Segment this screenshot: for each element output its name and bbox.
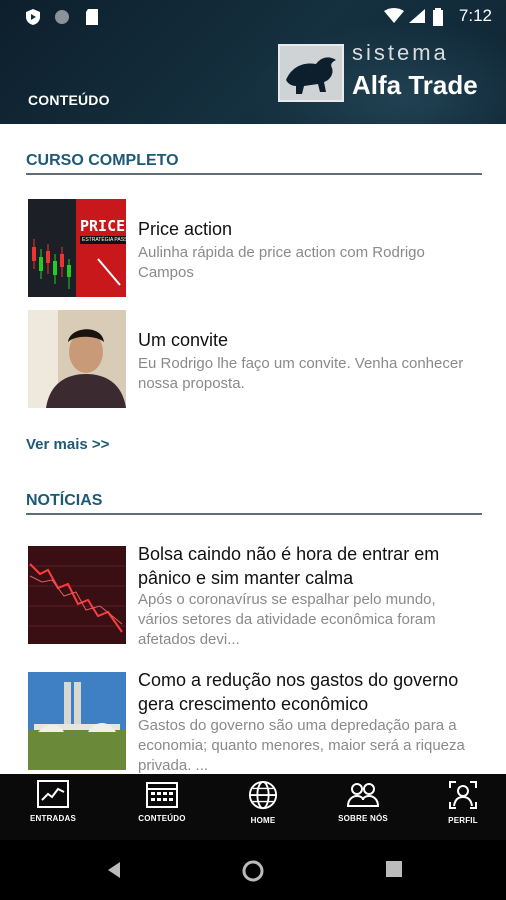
logo-text-brand: Alfa Trade	[352, 70, 478, 100]
battery-icon	[433, 8, 443, 26]
header-section-label: CONTEÚDO	[28, 92, 110, 108]
course-title: Price action	[138, 219, 233, 239]
shield-play-icon	[26, 9, 40, 25]
app-header: 7:12 CONTEÚDO sistema Alfa Trade	[0, 0, 506, 124]
divider	[26, 173, 482, 175]
home-circle-icon[interactable]	[242, 860, 264, 882]
people-icon	[347, 783, 379, 807]
news-description: Após o coronavírus se espalhar pelo mund…	[138, 591, 436, 648]
section-title-curso: CURSO COMPLETO	[26, 152, 179, 169]
news-item[interactable]: Como a redução nos gastos do governo ger…	[26, 668, 486, 774]
sd-card-icon	[86, 9, 98, 25]
thumbnail-caption: PRICE A	[80, 217, 126, 235]
news-item[interactable]: Bolsa caindo não é hora de entrar em pân…	[26, 542, 486, 648]
bottom-navigation: ENTRADAS CONTEÚDO HOME SOBRE NÓS PERFIL	[0, 774, 506, 840]
nav-label: CONTEÚDO	[138, 814, 186, 823]
news-description: Gastos do governo são uma depredação par…	[138, 717, 465, 774]
course-item[interactable]: PRICE A ESTRATÉGIA PASSO A PASSO Price a…	[26, 199, 486, 299]
signal-icon	[409, 9, 425, 23]
news-title: Como a redução nos gastos do governo ger…	[138, 670, 459, 714]
circle-icon	[55, 10, 69, 24]
nav-conteudo[interactable]: CONTEÚDO	[117, 780, 207, 838]
course-item[interactable]: Um convite Eu Rodrigo lhe faço um convit…	[26, 310, 486, 410]
nav-label: PERFIL	[448, 816, 478, 825]
course-title: Um convite	[138, 330, 229, 350]
main-content: CURSO COMPLETO PRICE A ESTRATÉGIA PASSO …	[0, 124, 506, 774]
bull-logo-icon	[278, 44, 344, 102]
status-bar: 7:12	[0, 0, 506, 32]
wifi-icon	[384, 8, 404, 23]
logo-text-sistema: sistema	[352, 40, 449, 65]
nav-label: ENTRADAS	[29, 814, 77, 823]
calendar-icon	[146, 782, 178, 808]
nav-sobre-nos[interactable]: SOBRE NÓS	[318, 780, 408, 838]
section-title-noticias: NOTÍCIAS	[26, 492, 103, 509]
news-thumbnail	[28, 546, 126, 644]
clock: 7:12	[458, 6, 492, 25]
chart-icon	[37, 780, 69, 808]
nav-label: HOME	[250, 816, 276, 825]
nav-perfil[interactable]: PERFIL	[418, 780, 506, 838]
course-thumbnail: PRICE A ESTRATÉGIA PASSO A PASSO	[28, 199, 126, 297]
back-icon[interactable]	[104, 860, 124, 880]
divider	[26, 513, 482, 515]
course-description: Eu Rodrigo lhe faço um convite. Venha co…	[138, 355, 464, 392]
course-thumbnail	[28, 310, 126, 408]
course-description: Aulinha rápida de price action com Rodri…	[138, 244, 425, 281]
system-navigation-bar	[0, 840, 506, 900]
app-logo: sistema Alfa Trade	[278, 40, 488, 104]
news-thumbnail	[28, 672, 126, 770]
globe-icon	[248, 780, 278, 810]
nav-entradas[interactable]: ENTRADAS	[8, 780, 98, 838]
profile-icon	[449, 781, 477, 809]
recents-icon[interactable]	[385, 860, 403, 878]
nav-label: SOBRE NÓS	[338, 814, 388, 823]
nav-home[interactable]: HOME	[218, 780, 308, 838]
thumbnail-subcaption: ESTRATÉGIA PASSO A PASSO	[80, 236, 126, 244]
news-title: Bolsa caindo não é hora de entrar em pân…	[138, 544, 440, 588]
see-more-link[interactable]: Ver mais >>	[26, 436, 109, 453]
